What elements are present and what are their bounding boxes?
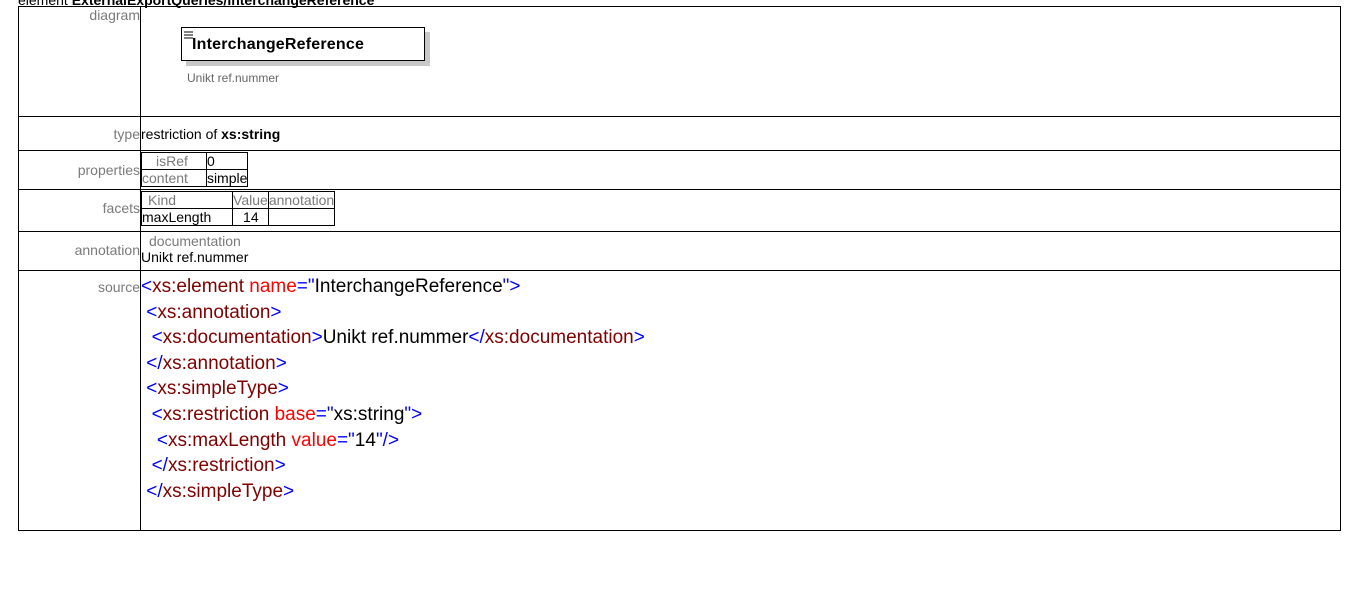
source-token-tag: xs:annotation [157, 301, 271, 323]
source-token-tag: xs:documentation [484, 327, 634, 349]
element-node[interactable]: InterchangeReference [181, 27, 425, 61]
documentation-page: element ExternalExportQueries/Interchang… [0, 0, 1348, 615]
facets-cell: Kind Value annotation maxLength 14 [140, 189, 1341, 232]
source-token-punc: > [274, 455, 286, 477]
source-token-val: xs:string [333, 403, 405, 425]
source-token-punc: > [270, 301, 282, 323]
source-token-punc: =" [336, 429, 355, 451]
source-token-attr: name [249, 276, 297, 297]
facets-table: Kind Value annotation maxLength 14 [140, 191, 336, 226]
source-token-val: InterchangeReference [314, 276, 503, 297]
source-indent [141, 455, 152, 476]
type-base-link[interactable]: xs:string [221, 126, 280, 142]
source-line: </xs:simpleType> [141, 479, 1340, 505]
source-token-punc: > [633, 327, 645, 349]
source-indent [141, 327, 152, 348]
source-token-attr: value [291, 429, 337, 451]
source-row: source <xs:element name="InterchangeRefe… [18, 270, 1341, 531]
source-token-tag: xs:restriction [167, 455, 275, 477]
type-row: type restriction of xs:string [18, 116, 1341, 151]
source-token-punc: < [146, 378, 158, 400]
source-token-punc: > [311, 327, 323, 349]
properties-cell: isRef 0 content simple [140, 150, 1341, 190]
source-token-punc: < [156, 429, 168, 451]
source-label: source [18, 270, 141, 531]
source-token-punc: < [146, 301, 158, 323]
source-token-tag: xs:simpleType [162, 480, 284, 502]
source-token-punc: < [151, 403, 163, 425]
property-row: content simple [141, 169, 249, 187]
source-line: <xs:documentation>Unikt ref.nummer</xs:d… [141, 325, 1340, 351]
facets-header-value: Value [232, 191, 269, 209]
source-token-tag: xs:maxLength [167, 429, 287, 451]
property-key: content [141, 169, 207, 187]
diagram-label: diagram [18, 6, 141, 117]
property-value: 0 [205, 152, 249, 170]
facet-row: maxLength 14 [140, 208, 336, 226]
source-token-punc: "/> [375, 429, 400, 451]
type-cell: restriction of xs:string [140, 116, 1341, 151]
source-token-tag: xs:annotation [162, 352, 276, 374]
source-token-punc: > [283, 480, 295, 502]
property-value: simple [205, 169, 249, 187]
source-line: <xs:restriction base="xs:string"> [141, 402, 1340, 428]
source-token-tag: xs:restriction [162, 403, 270, 425]
facets-header-annotation: annotation [267, 191, 336, 209]
source-token-txt: Unikt ref.nummer [322, 327, 469, 349]
source-token-punc: > [277, 378, 289, 400]
source-token-punc: </ [146, 480, 163, 502]
annotation-label: annotation [18, 231, 141, 271]
annotation-text: Unikt ref.nummer [141, 249, 249, 265]
type-prefix: restriction of [141, 126, 222, 142]
source-token-val: 14 [354, 429, 376, 451]
facets-row: facets Kind Value annotation maxLength 1… [18, 189, 1341, 232]
source-cell: <xs:element name="InterchangeReference">… [140, 270, 1341, 531]
source-token-punc: </ [468, 327, 485, 349]
source-token-punc: </ [151, 455, 168, 477]
source-token-punc: < [151, 327, 163, 349]
facets-label: facets [18, 189, 141, 232]
source-token-punc: </ [146, 352, 163, 374]
properties-table: isRef 0 content simple [141, 152, 249, 187]
properties-label: properties [18, 150, 141, 190]
facets-header-row: Kind Value annotation [140, 191, 336, 209]
element-node-name: InterchangeReference [192, 36, 365, 53]
facet-kind: maxLength [140, 208, 234, 226]
source-token-punc: < [141, 276, 153, 297]
source-code-block: <xs:element name="InterchangeReference">… [141, 271, 1340, 504]
source-indent [141, 430, 157, 451]
source-token-tag: xs:element [152, 276, 244, 297]
source-line: <xs:simpleType> [141, 376, 1340, 402]
diagram-row: diagram InterchangeReference Unikt ref.n… [18, 6, 1341, 117]
diagram-cell: InterchangeReference Unikt ref.nummer [140, 6, 1341, 117]
source-token-punc: "> [404, 403, 423, 425]
element-diagram: InterchangeReference Unikt ref.nummer [141, 7, 1340, 101]
property-key: isRef [141, 152, 207, 170]
source-line: </xs:annotation> [141, 351, 1340, 377]
source-token-punc: "> [502, 276, 521, 297]
type-label: type [18, 116, 141, 151]
annotation-cell: documentation Unikt ref.nummer [140, 231, 1341, 271]
source-token-attr: base [274, 403, 316, 425]
element-node-documentation: Unikt ref.nummer [187, 71, 280, 85]
element-doc-table: diagram InterchangeReference Unikt ref.n… [18, 6, 1341, 531]
facet-value: 14 [232, 208, 269, 226]
source-token-punc: =" [296, 276, 315, 297]
source-line: <xs:annotation> [141, 300, 1340, 326]
properties-row: properties isRef 0 content simple [18, 150, 1341, 190]
facets-header-kind: Kind [140, 191, 234, 209]
facet-annotation [267, 208, 336, 226]
source-token-punc: > [275, 352, 287, 374]
annotation-title: documentation [149, 233, 241, 249]
source-line: <xs:maxLength value="14"/> [141, 428, 1340, 454]
source-line: </xs:restriction> [141, 453, 1340, 479]
source-token-tag: xs:documentation [162, 327, 312, 349]
source-indent [141, 404, 152, 425]
source-token-tag: xs:simpleType [157, 378, 278, 400]
source-token-punc: =" [315, 403, 334, 425]
annotation-row: annotation documentation Unikt ref.numme… [18, 231, 1341, 271]
source-line: <xs:element name="InterchangeReference"> [141, 274, 1340, 300]
property-row: isRef 0 [141, 152, 249, 170]
